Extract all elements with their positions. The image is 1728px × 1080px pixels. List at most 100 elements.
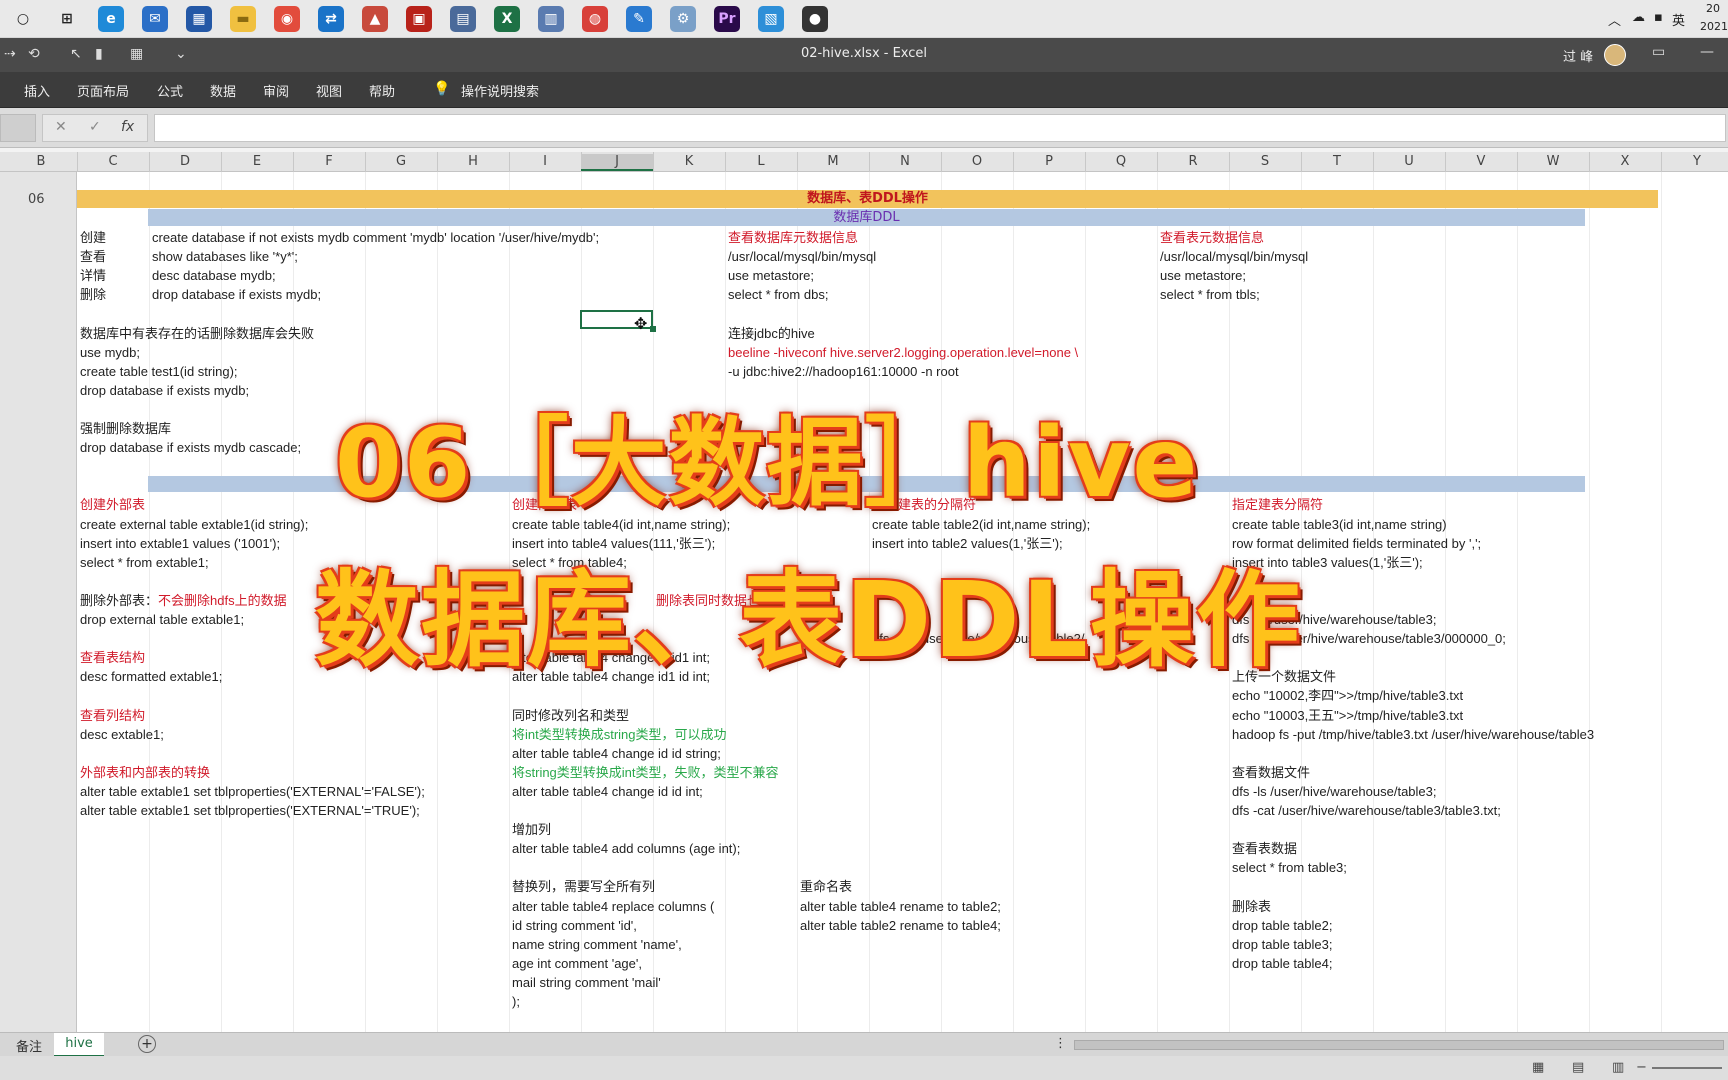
cell-text[interactable]: 替换列，需要写全所有列: [512, 878, 655, 895]
column-header-h[interactable]: H: [437, 154, 509, 169]
tab-view[interactable]: 视图: [316, 81, 342, 100]
column-header-g[interactable]: G: [365, 154, 437, 169]
tab-review[interactable]: 审阅: [263, 81, 289, 100]
cell-text[interactable]: 连接jdbc的hive: [728, 325, 815, 342]
column-header-c[interactable]: C: [77, 154, 149, 169]
insert-function-icon[interactable]: fx: [121, 119, 134, 135]
column-header-j[interactable]: J: [581, 154, 653, 171]
cell-text[interactable]: 强制删除数据库: [80, 420, 171, 437]
cell-text[interactable]: 查看表数据: [1232, 840, 1297, 857]
cell-text[interactable]: 查看数据库元数据信息: [728, 229, 858, 246]
cell-text[interactable]: use metastore;: [1160, 267, 1246, 284]
teamviewer-icon[interactable]: ⇄: [318, 6, 344, 32]
column-header-u[interactable]: U: [1373, 154, 1445, 169]
obs-icon[interactable]: ●: [802, 6, 828, 32]
cell-text[interactable]: alter table table4 change id id string;: [512, 745, 721, 762]
cell-text[interactable]: 同时修改列名和类型: [512, 707, 629, 724]
cell-text[interactable]: name string comment 'name',: [512, 936, 682, 953]
app-red-icon[interactable]: ▲: [362, 6, 388, 32]
cell-text[interactable]: drop database if exists mydb;: [80, 382, 249, 399]
cell-text[interactable]: alter table extable1 set tblproperties('…: [80, 802, 420, 819]
store-icon[interactable]: ▦: [186, 6, 212, 32]
cell-text[interactable]: drop table table4;: [1232, 955, 1332, 972]
cell-text[interactable]: 创建外部表: [80, 496, 145, 513]
column-header-i[interactable]: I: [509, 154, 581, 169]
cell-text[interactable]: create table table3(id int,name string): [1232, 516, 1447, 533]
cell-text[interactable]: use mydb;: [80, 344, 140, 361]
cell-text[interactable]: create external table extable1(id string…: [80, 516, 308, 533]
sheet-tab-notes[interactable]: 备注: [16, 1036, 42, 1055]
cell-text[interactable]: select * from tbls;: [1160, 286, 1260, 303]
tell-me-search[interactable]: 操作说明搜索: [461, 81, 539, 100]
app-box-icon[interactable]: ▧: [758, 6, 784, 32]
cell-text[interactable]: select * from extable1;: [80, 554, 209, 571]
cell-text[interactable]: use metastore;: [728, 267, 814, 284]
cell-text[interactable]: dfs -ls /user/hive/warehouse/table3;: [1232, 783, 1437, 800]
cell-text[interactable]: 删除表: [1232, 898, 1271, 915]
tab-help[interactable]: 帮助: [369, 81, 395, 100]
cell-text[interactable]: desc database mydb;: [152, 267, 276, 284]
page-layout-view-icon[interactable]: ▤: [1572, 1060, 1584, 1075]
zoom-out-icon[interactable]: −: [1636, 1060, 1647, 1075]
column-header-s[interactable]: S: [1229, 154, 1301, 169]
column-header-e[interactable]: E: [221, 154, 293, 169]
cell-text[interactable]: );: [512, 993, 520, 1010]
tab-data[interactable]: 数据: [210, 81, 236, 100]
app-tools-icon[interactable]: ▤: [450, 6, 476, 32]
chrome-icon[interactable]: ◉: [274, 6, 300, 32]
explorer-icon[interactable]: ▬: [230, 6, 256, 32]
app-swirl-icon[interactable]: ◍: [582, 6, 608, 32]
cancel-icon[interactable]: ✕: [55, 119, 67, 135]
column-header-f[interactable]: F: [293, 154, 365, 169]
app-window-icon[interactable]: ▥: [538, 6, 564, 32]
cell-text[interactable]: desc formatted extable1;: [80, 668, 222, 685]
column-header-q[interactable]: Q: [1085, 154, 1157, 169]
tab-formulas[interactable]: 公式: [157, 81, 183, 100]
app-stamp-icon[interactable]: ▣: [406, 6, 432, 32]
cell-text[interactable]: 将int类型转换成string类型，可以成功: [512, 726, 727, 743]
normal-view-icon[interactable]: ▦: [1532, 1060, 1544, 1075]
cell-text[interactable]: 增加列: [512, 821, 551, 838]
task-view-icon[interactable]: ⊞: [54, 6, 80, 32]
formula-input[interactable]: [154, 114, 1726, 142]
cell-text[interactable]: beeline -hiveconf hive.server2.logging.o…: [728, 344, 1078, 361]
cell-text[interactable]: drop external table extable1;: [80, 611, 244, 628]
column-header-v[interactable]: V: [1445, 154, 1517, 169]
column-header-x[interactable]: X: [1589, 154, 1661, 169]
app-net-icon[interactable]: ⚙: [670, 6, 696, 32]
cell-text[interactable]: 将string类型转换成int类型，失败，类型不兼容: [512, 764, 779, 781]
cell-text[interactable]: /usr/local/mysql/bin/mysql: [1160, 248, 1308, 265]
cell-text[interactable]: 查看: [80, 248, 106, 265]
user-name[interactable]: 过 峰: [1563, 46, 1593, 65]
column-header-m[interactable]: M: [797, 154, 869, 169]
cell-text[interactable]: drop database if exists mydb;: [152, 286, 321, 303]
cell-text[interactable]: alter table table4 add columns (age int)…: [512, 840, 740, 857]
user-avatar[interactable]: [1604, 44, 1626, 66]
cell-text[interactable]: 删除外部表：不会删除hdfs上的数据: [80, 592, 287, 609]
cell-text[interactable]: 创建: [80, 229, 106, 246]
cell-text[interactable]: insert into extable1 values ('1001');: [80, 535, 280, 552]
tab-split-handle[interactable]: ⋮: [1054, 1036, 1067, 1051]
sheet-tab-hive[interactable]: hive: [54, 1033, 104, 1057]
section-subtitle-band[interactable]: 数据库DDL: [148, 209, 1585, 226]
cell-text[interactable]: select * from dbs;: [728, 286, 828, 303]
cell-text[interactable]: create table test1(id string);: [80, 363, 238, 380]
column-header-k[interactable]: K: [653, 154, 725, 169]
cell-text[interactable]: alter table table4 replace columns (: [512, 898, 714, 915]
cortana-icon[interactable]: ○: [10, 6, 36, 32]
horizontal-scrollbar[interactable]: [1074, 1040, 1724, 1050]
cloud-icon[interactable]: ☁: [1632, 10, 1645, 25]
chevron-up-icon[interactable]: ︿: [1608, 10, 1621, 29]
cell-text[interactable]: 查看表结构: [80, 649, 145, 666]
cell-text[interactable]: dfs -cat /user/hive/warehouse/table3/tab…: [1232, 802, 1501, 819]
column-header-d[interactable]: D: [149, 154, 221, 169]
clock-date[interactable]: 2021: [1700, 20, 1728, 33]
add-sheet-button[interactable]: +: [138, 1035, 156, 1053]
fill-handle[interactable]: [650, 326, 656, 332]
cell-text[interactable]: /usr/local/mysql/bin/mysql: [728, 248, 876, 265]
app-note-icon[interactable]: ✎: [626, 6, 652, 32]
column-header-t[interactable]: T: [1301, 154, 1373, 169]
cell-text[interactable]: 指定建表分隔符: [1232, 496, 1323, 513]
name-box[interactable]: [0, 114, 36, 142]
column-header-r[interactable]: R: [1157, 154, 1229, 169]
